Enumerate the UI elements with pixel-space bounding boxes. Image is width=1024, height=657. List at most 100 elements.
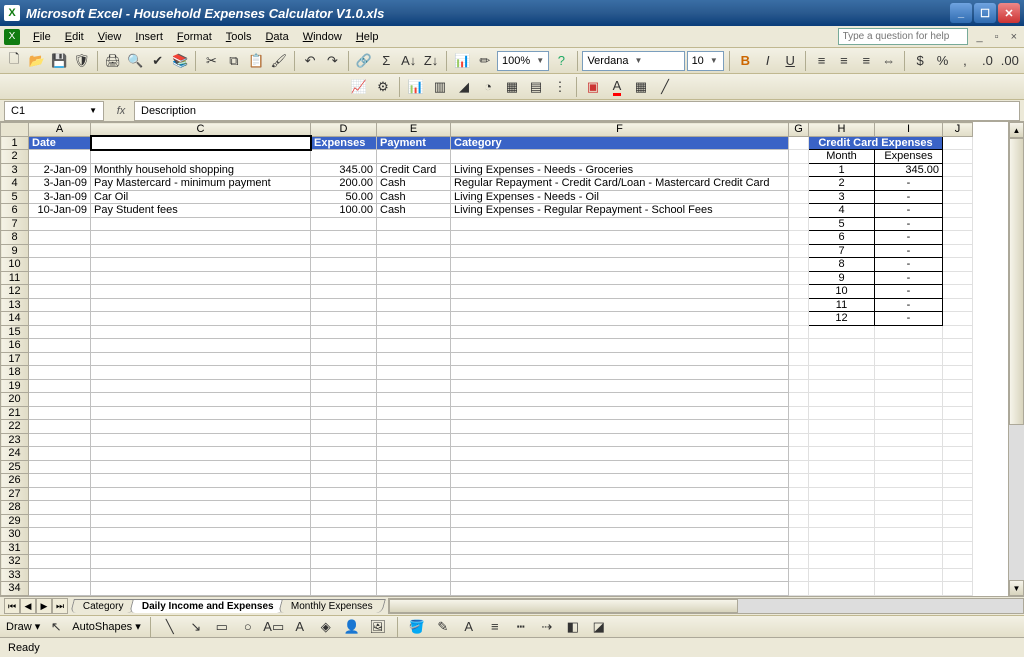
cell-C8[interactable] — [91, 231, 311, 245]
cell-C9[interactable] — [91, 244, 311, 258]
row-header-5[interactable]: 5 — [1, 190, 29, 204]
cell-J9[interactable] — [943, 244, 973, 258]
cell-G5[interactable] — [789, 190, 809, 204]
row-header-6[interactable]: 6 — [1, 204, 29, 218]
cell-J28[interactable] — [943, 501, 973, 515]
cell-H8[interactable]: 6 — [809, 231, 875, 245]
cell-C7[interactable] — [91, 217, 311, 231]
cell-C25[interactable] — [91, 460, 311, 474]
tab-nav-prev-icon[interactable]: ◀ — [20, 598, 36, 614]
cell-J12[interactable] — [943, 285, 973, 299]
cell-F22[interactable] — [451, 420, 789, 434]
cell-I10[interactable]: - — [875, 258, 943, 272]
row-header-15[interactable]: 15 — [1, 325, 29, 339]
cell-C27[interactable] — [91, 487, 311, 501]
cell-I33[interactable] — [875, 568, 943, 582]
help-icon[interactable]: ? — [551, 50, 571, 72]
cell-A22[interactable] — [29, 420, 91, 434]
cell-J19[interactable] — [943, 379, 973, 393]
cell-H4[interactable]: 2 — [809, 177, 875, 191]
cell-F14[interactable] — [451, 312, 789, 326]
cell-J18[interactable] — [943, 366, 973, 380]
cell-D16[interactable] — [311, 339, 377, 353]
cell-A32[interactable] — [29, 555, 91, 569]
tab-nav-last-icon[interactable]: ⏭ — [52, 598, 68, 614]
cell-H16[interactable] — [809, 339, 875, 353]
cell-F34[interactable] — [451, 582, 789, 596]
cell-E30[interactable] — [377, 528, 451, 542]
scroll-thumb[interactable] — [1009, 138, 1024, 425]
cell-D5[interactable]: 50.00 — [311, 190, 377, 204]
chart-bar-icon[interactable]: 📊 — [405, 76, 427, 98]
cell-H28[interactable] — [809, 501, 875, 515]
cell-A31[interactable] — [29, 541, 91, 555]
cell-D22[interactable] — [311, 420, 377, 434]
borders-icon[interactable]: ▦ — [630, 76, 652, 98]
cell-F20[interactable] — [451, 393, 789, 407]
cell-J17[interactable] — [943, 352, 973, 366]
cell-I12[interactable]: - — [875, 285, 943, 299]
cell-F1[interactable]: Category — [451, 136, 789, 150]
oval-icon[interactable]: ○ — [238, 617, 258, 637]
cell-C31[interactable] — [91, 541, 311, 555]
zoom-combo[interactable]: 100%▼ — [497, 51, 549, 71]
cell-E15[interactable] — [377, 325, 451, 339]
cell-J31[interactable] — [943, 541, 973, 555]
cell-C33[interactable] — [91, 568, 311, 582]
cell-F32[interactable] — [451, 555, 789, 569]
cell-I24[interactable] — [875, 447, 943, 461]
row-header-8[interactable]: 8 — [1, 231, 29, 245]
row-header-16[interactable]: 16 — [1, 339, 29, 353]
cell-I6[interactable]: - — [875, 204, 943, 218]
cell-F21[interactable] — [451, 406, 789, 420]
cell-C3[interactable]: Monthly household shopping — [91, 163, 311, 177]
cell-C16[interactable] — [91, 339, 311, 353]
cell-I3[interactable]: 345.00 — [875, 163, 943, 177]
cell-G6[interactable] — [789, 204, 809, 218]
cell-G24[interactable] — [789, 447, 809, 461]
cell-H21[interactable] — [809, 406, 875, 420]
cell-I14[interactable]: - — [875, 312, 943, 326]
cell-C23[interactable] — [91, 433, 311, 447]
cell-I9[interactable]: - — [875, 244, 943, 258]
cell-D24[interactable] — [311, 447, 377, 461]
cell-I23[interactable] — [875, 433, 943, 447]
underline-icon[interactable]: U — [780, 50, 800, 72]
cell-C11[interactable] — [91, 271, 311, 285]
row-header-30[interactable]: 30 — [1, 528, 29, 542]
cell-H27[interactable] — [809, 487, 875, 501]
cell-D18[interactable] — [311, 366, 377, 380]
cell-I5[interactable]: - — [875, 190, 943, 204]
cell-C21[interactable] — [91, 406, 311, 420]
diagram-icon[interactable]: ◈ — [316, 617, 336, 637]
rectangle-icon[interactable]: ▭ — [212, 617, 232, 637]
chart-options-icon[interactable]: ⚙ — [372, 76, 394, 98]
cell-A4[interactable]: 3-Jan-09 — [29, 177, 91, 191]
cell-E10[interactable] — [377, 258, 451, 272]
cell-E35[interactable] — [377, 595, 451, 596]
formula-input[interactable]: Description — [134, 101, 1020, 121]
cell-E27[interactable] — [377, 487, 451, 501]
column-header-D[interactable]: D — [311, 123, 377, 137]
cell-D23[interactable] — [311, 433, 377, 447]
cell-D1[interactable]: Expenses — [311, 136, 377, 150]
cell-A33[interactable] — [29, 568, 91, 582]
cell-J21[interactable] — [943, 406, 973, 420]
cell-G31[interactable] — [789, 541, 809, 555]
cell-A10[interactable] — [29, 258, 91, 272]
cell-E33[interactable] — [377, 568, 451, 582]
cell-I28[interactable] — [875, 501, 943, 515]
cell-H29[interactable] — [809, 514, 875, 528]
cell-C4[interactable]: Pay Mastercard - minimum payment — [91, 177, 311, 191]
cell-F4[interactable]: Regular Repayment - Credit Card/Loan - M… — [451, 177, 789, 191]
new-icon[interactable]: 🗋 — [4, 50, 24, 72]
cell-I35[interactable] — [875, 595, 943, 596]
doc-restore-button[interactable]: ▫ — [992, 31, 1002, 43]
cell-J32[interactable] — [943, 555, 973, 569]
cell-J2[interactable] — [943, 150, 973, 164]
cell-A14[interactable] — [29, 312, 91, 326]
cell-G3[interactable] — [789, 163, 809, 177]
chart-pie-icon[interactable]: ◔ — [477, 76, 499, 98]
cell-I4[interactable]: - — [875, 177, 943, 191]
menu-insert[interactable]: Insert — [128, 29, 170, 45]
